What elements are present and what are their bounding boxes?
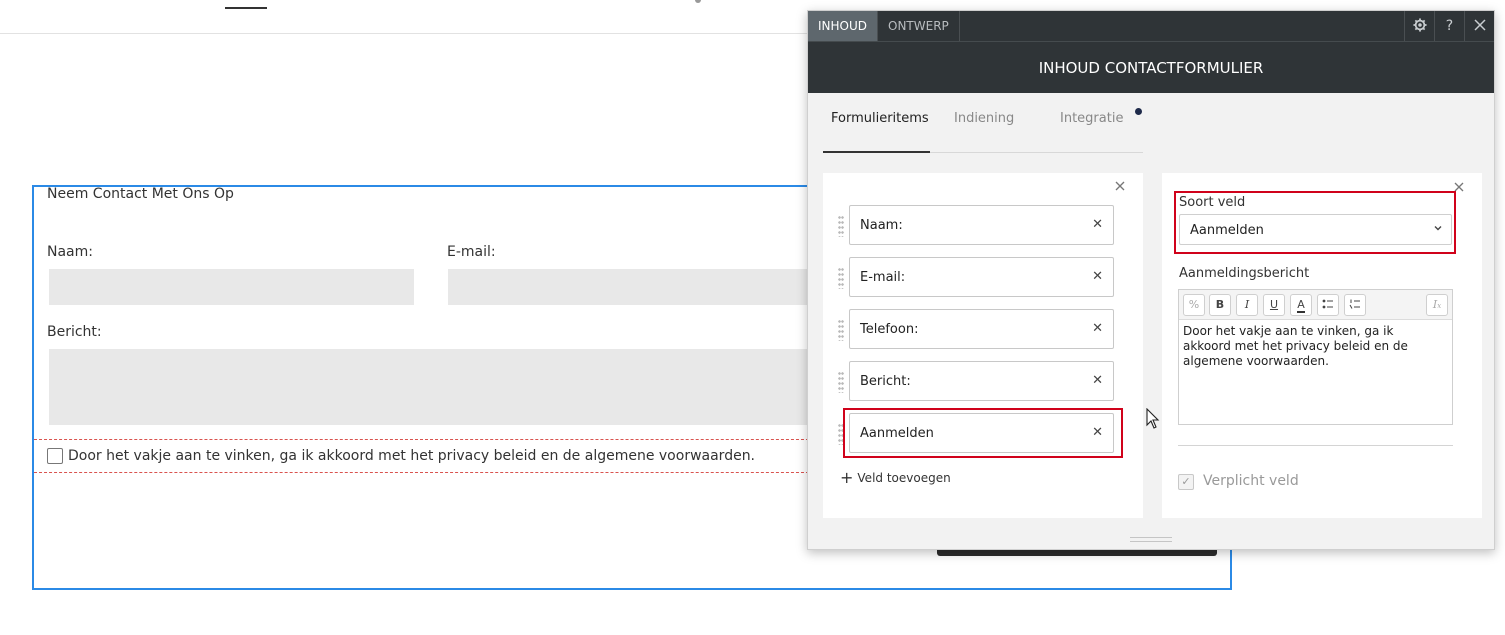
form-label-message: Bericht:	[47, 324, 102, 340]
remove-icon[interactable]: ✕	[1092, 321, 1103, 336]
form-item-naam[interactable]: Naam: ✕	[849, 205, 1114, 245]
message-text[interactable]: Door het vakje aan te vinken, ga ik akko…	[1183, 324, 1445, 369]
form-label-email: E-mail:	[447, 244, 496, 260]
form-item-label: Bericht:	[860, 374, 911, 389]
nav-decoration	[695, 0, 701, 3]
subtab-indiening[interactable]: Indiening	[954, 111, 1014, 126]
underline-icon[interactable]: U	[1263, 294, 1285, 316]
text-color-icon[interactable]: A	[1290, 294, 1312, 316]
remove-icon[interactable]: ✕	[1092, 217, 1103, 232]
settings-divider	[1178, 445, 1453, 446]
consent-checkbox[interactable]	[47, 448, 63, 464]
close-icon[interactable]	[1464, 11, 1494, 41]
form-label-name: Naam:	[47, 244, 93, 260]
form-input-email[interactable]	[448, 269, 808, 305]
form-title: Neem Contact Met Ons Op	[47, 186, 234, 202]
field-type-highlight	[1174, 191, 1456, 254]
nav-active-underline	[225, 7, 267, 9]
subtab-formulieritems[interactable]: Formulieritems	[831, 111, 929, 126]
drag-handle-icon[interactable]	[838, 319, 844, 341]
form-input-name[interactable]	[49, 269, 414, 305]
remove-icon[interactable]: ✕	[1092, 269, 1103, 284]
gear-icon[interactable]	[1404, 11, 1434, 41]
form-item-label: E-mail:	[860, 270, 906, 285]
form-item-telefoon[interactable]: Telefoon: ✕	[849, 309, 1114, 349]
form-item-label: Naam:	[860, 218, 903, 233]
rich-text-editor[interactable]: % B I U A Ix Door het vakje aan te vinke…	[1178, 289, 1453, 425]
tab-ontwerp[interactable]: ONTWERP	[878, 11, 960, 41]
required-checkbox[interactable]: ✓	[1178, 474, 1194, 490]
help-icon[interactable]: ?	[1434, 11, 1464, 41]
resize-handle[interactable]	[1130, 537, 1172, 542]
italic-icon[interactable]: I	[1236, 294, 1258, 316]
clear-format-icon[interactable]: Ix	[1426, 294, 1448, 316]
header-divider	[0, 33, 808, 34]
add-field-label: Veld toevoegen	[857, 471, 951, 485]
panel-title: INHOUD CONTACTFORMULIER	[1038, 59, 1264, 77]
subtab-active-indicator	[823, 151, 930, 153]
close-icon[interactable]	[1115, 180, 1125, 195]
add-field-button[interactable]: + Veld toevoegen	[840, 468, 951, 487]
drag-handle-icon[interactable]	[838, 267, 844, 289]
bold-icon[interactable]: B	[1209, 294, 1231, 316]
editor-toolbar: % B I U A Ix	[1179, 290, 1452, 320]
form-item-email[interactable]: E-mail: ✕	[849, 257, 1114, 297]
message-label: Aanmeldingsbericht	[1179, 266, 1310, 281]
tab-inhoud[interactable]: INHOUD	[808, 11, 879, 41]
notification-dot	[1135, 108, 1142, 115]
selected-item-highlight	[843, 408, 1123, 458]
numbered-list-icon[interactable]	[1344, 294, 1366, 316]
required-label: Verplicht veld	[1203, 473, 1299, 489]
form-input-message[interactable]	[49, 349, 808, 425]
mouse-cursor-icon	[1146, 407, 1160, 434]
form-item-bericht[interactable]: Bericht: ✕	[849, 361, 1114, 401]
drag-handle-icon[interactable]	[838, 215, 844, 237]
consent-text: Door het vakje aan te vinken, ga ik akko…	[68, 448, 756, 464]
form-item-label: Telefoon:	[860, 322, 919, 337]
link-icon[interactable]: %	[1183, 294, 1205, 316]
subtab-integratie[interactable]: Integratie	[1060, 111, 1123, 126]
panel-topbar: INHOUD ONTWERP ?	[808, 11, 1494, 41]
plus-icon: +	[840, 468, 854, 487]
remove-icon[interactable]: ✕	[1092, 373, 1103, 388]
bullet-list-icon[interactable]	[1317, 294, 1339, 316]
drag-handle-icon[interactable]	[838, 371, 844, 393]
